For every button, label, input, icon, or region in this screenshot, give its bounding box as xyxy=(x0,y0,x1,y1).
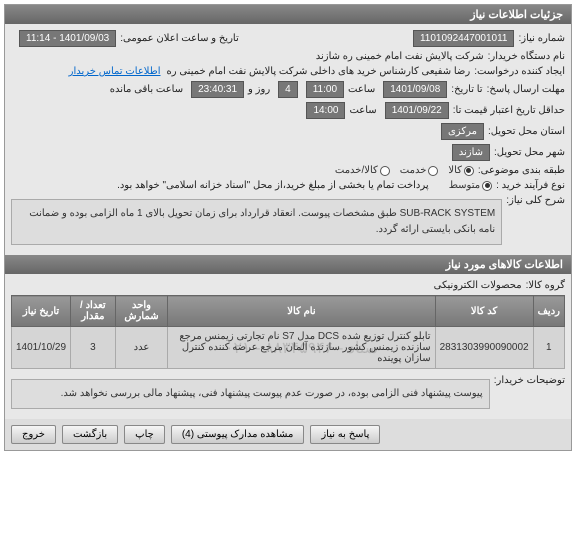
buy-process-label: نوع فرآیند خرید : xyxy=(496,180,565,191)
radio-dot-icon xyxy=(380,166,390,176)
province-label: استان محل تحویل: xyxy=(488,126,565,137)
exit-button[interactable]: خروج xyxy=(11,425,56,444)
need-number-value: 1101092447001011 xyxy=(413,30,515,47)
deadline-send-label: مهلت ارسال پاسخ: xyxy=(487,84,565,95)
th-code: کد کالا xyxy=(435,296,533,327)
contact-info-link[interactable]: اطلاعات تماس خریدار xyxy=(69,66,161,77)
radio-kala-khedmat[interactable]: کالا/خدمت xyxy=(335,165,390,176)
radio-khedmat-label: خدمت xyxy=(400,165,427,176)
explain-text: پیوست پیشنهاد فنی الزامی بوده، در صورت ع… xyxy=(11,379,490,409)
cell-qty: 3 xyxy=(71,327,116,369)
panel-body-1: شماره نیاز: 1101092447001011 تاریخ و ساع… xyxy=(5,24,571,255)
remain-days-label: روز و xyxy=(248,84,270,95)
radio-dot-icon xyxy=(482,181,492,191)
deadline-ta-label: تا تاریخ: xyxy=(451,84,482,95)
buyer-name-value: شرکت پالایش نفت امام خمینی ره شازند xyxy=(316,51,484,62)
table-header-row: ردیف کد کالا نام کالا واحد شمارش تعداد /… xyxy=(12,296,565,327)
category-label: طبقه بندی موضوعی: xyxy=(478,165,565,176)
cell-code: 2831303990090002 xyxy=(435,327,533,369)
main-desc-text: SUB-RACK SYSTEM طبق مشخصات پیوست. انعقاد… xyxy=(11,199,502,245)
th-idx: ردیف xyxy=(533,296,564,327)
category-radio-group: کالا خدمت کالا/خدمت xyxy=(335,165,474,176)
radio-medium[interactable]: متوسط xyxy=(449,180,492,191)
remain-days: 4 xyxy=(278,81,298,98)
panel-header-1: جزئیات اطلاعات نیاز xyxy=(5,5,571,24)
need-details-panel: جزئیات اطلاعات نیاز شماره نیاز: 11010924… xyxy=(4,4,572,451)
attachments-button[interactable]: مشاهده مدارک پیوستی (4) xyxy=(171,425,305,444)
cell-unit: عدد xyxy=(115,327,168,369)
th-date: تاریخ نیاز xyxy=(12,296,71,327)
respond-button[interactable]: پاسخ به نیاز xyxy=(310,425,380,444)
button-bar: پاسخ به نیاز مشاهده مدارک پیوستی (4) چاپ… xyxy=(5,419,571,450)
city-value: شازند xyxy=(452,144,490,161)
deadline-date: 1401/09/08 xyxy=(383,81,447,98)
cell-idx: 1 xyxy=(533,327,564,369)
items-table: ردیف کد کالا نام کالا واحد شمارش تعداد /… xyxy=(11,295,565,369)
radio-khedmat[interactable]: خدمت xyxy=(400,165,439,176)
explain-label: توضیحات خریدار: xyxy=(494,375,565,386)
panel-header-2: اطلاعات کالاهای مورد نیاز xyxy=(5,255,571,274)
remain-suffix: ساعت باقی مانده xyxy=(110,84,183,95)
province-value: مرکزی xyxy=(441,123,484,140)
group-value: محصولات الکترونیکی xyxy=(434,280,522,291)
table-row[interactable]: 1 2831303990090002 تابلو کنترل توزیع شده… xyxy=(12,327,565,369)
buyer-name-label: نام دستگاه خریدار: xyxy=(488,51,565,62)
th-qty: تعداد / مقدار xyxy=(71,296,116,327)
validity-date: 1401/09/22 xyxy=(385,102,449,119)
back-button[interactable]: بازگشت xyxy=(62,425,118,444)
radio-medium-label: متوسط xyxy=(449,180,480,191)
radio-dot-icon xyxy=(464,166,474,176)
main-desc-label: شرح کلی نیاز: xyxy=(506,195,565,206)
requester-value: رضا شفیعی کارشناس خرید های داخلی شرکت پا… xyxy=(167,66,471,77)
validity-label: حداقل تاریخ اعتبار قیمت تا: xyxy=(453,105,565,116)
cell-date: 1401/10/29 xyxy=(12,327,71,369)
radio-dot-icon xyxy=(428,166,438,176)
radio-kala[interactable]: کالا xyxy=(448,165,474,176)
city-label: شهر محل تحویل: xyxy=(494,147,565,158)
cell-name: تابلو کنترل توزیع شده DCS مدل S7 نام تجا… xyxy=(168,327,435,369)
announce-value: 1401/09/03 - 11:14 xyxy=(19,30,116,47)
requester-label: ایجاد کننده درخواست: xyxy=(474,66,565,77)
buy-process-note: پرداخت تمام یا بخشی از مبلغ خرید،از محل … xyxy=(117,180,429,191)
deadline-time-label: ساعت xyxy=(348,84,375,95)
th-name: نام کالا xyxy=(168,296,435,327)
remain-time: 23:40:31 xyxy=(191,81,244,98)
validity-time: 14:00 xyxy=(306,102,345,119)
buy-process-radio-group: متوسط xyxy=(449,180,492,191)
th-unit: واحد شمارش xyxy=(115,296,168,327)
announce-label: تاریخ و ساعت اعلان عمومی: xyxy=(120,33,239,44)
print-button[interactable]: چاپ xyxy=(124,425,165,444)
panel-body-2: گروه کالا: محصولات الکترونیکی ردیف کد کا… xyxy=(5,274,571,419)
cell-name-text: تابلو کنترل توزیع شده DCS مدل S7 نام تجا… xyxy=(179,331,430,364)
deadline-time: 11:00 xyxy=(306,81,344,98)
radio-kala-khedmat-label: کالا/خدمت xyxy=(335,165,378,176)
validity-time-label: ساعت xyxy=(349,105,376,116)
group-label: گروه کالا: xyxy=(526,280,565,291)
need-number-label: شماره نیاز: xyxy=(518,33,565,44)
radio-kala-label: کالا xyxy=(448,165,462,176)
